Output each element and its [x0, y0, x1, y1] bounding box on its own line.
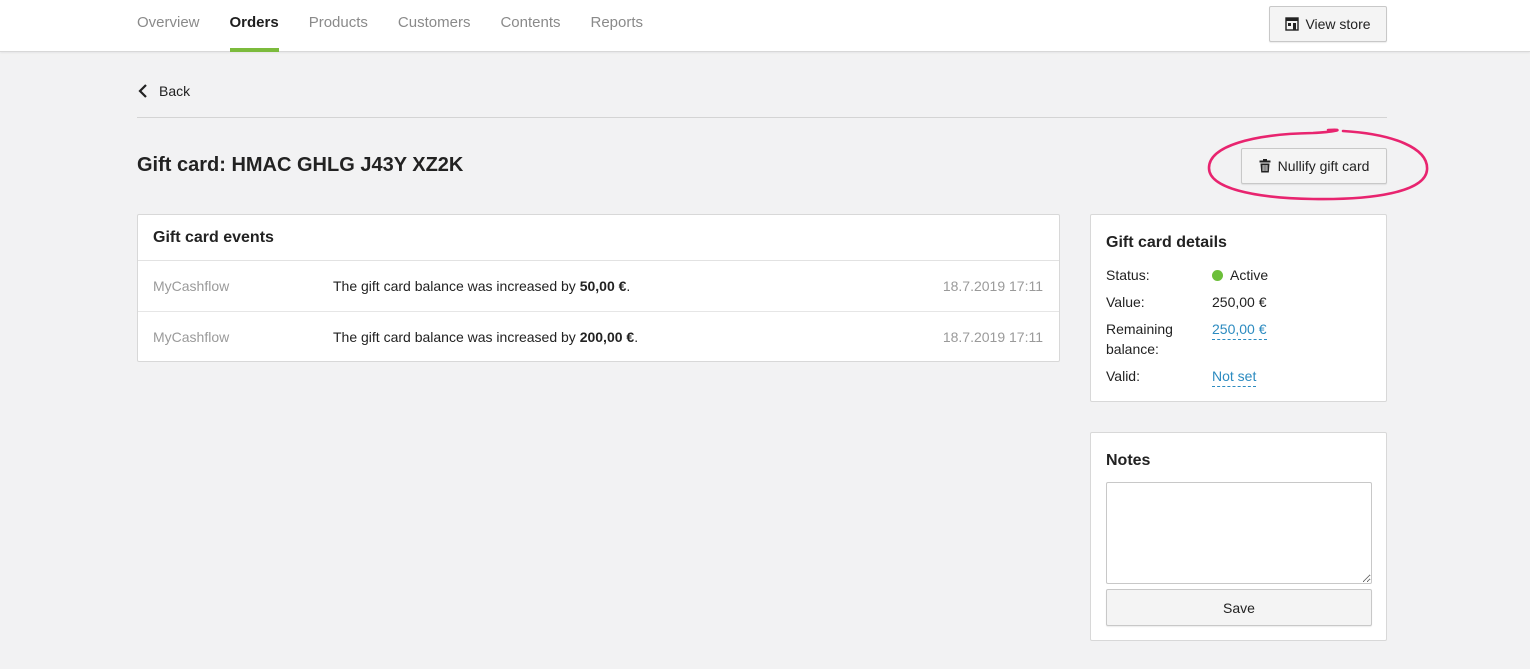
view-store-label: View store — [1305, 16, 1371, 32]
save-button[interactable]: Save — [1106, 589, 1372, 626]
status-value: Active — [1212, 265, 1268, 285]
main-nav: Overview Orders Products Customers Conte… — [137, 0, 673, 52]
event-description: The gift card balance was increased by 2… — [333, 329, 639, 345]
event-row: MyCashflow The gift card balance was inc… — [138, 261, 1059, 312]
event-source: MyCashflow — [153, 329, 230, 345]
remaining-balance-link[interactable]: 250,00 € — [1212, 319, 1267, 340]
back-link[interactable]: Back — [137, 80, 190, 102]
value-amount: 250,00 € — [1212, 294, 1267, 310]
events-title: Gift card events — [138, 215, 1059, 261]
value-label: Value: — [1106, 294, 1145, 310]
nav-item-contents[interactable]: Contents — [500, 0, 560, 52]
nav-item-overview[interactable]: Overview — [137, 0, 200, 52]
nullify-label: Nullify gift card — [1277, 158, 1370, 174]
event-amount: 50,00 € — [579, 278, 627, 294]
event-amount: 200,00 € — [579, 329, 635, 345]
details-title: Gift card details — [1106, 234, 1227, 251]
chevron-left-icon — [137, 84, 149, 98]
event-row: MyCashflow The gift card balance was inc… — [138, 312, 1059, 363]
nav-item-customers[interactable]: Customers — [398, 0, 471, 52]
nav-item-reports[interactable]: Reports — [591, 0, 644, 52]
page-title: Gift card: HMAC GHLG J43Y XZ2K — [137, 154, 464, 176]
valid-link[interactable]: Not set — [1212, 366, 1257, 387]
gift-card-events-panel: Gift card events MyCashflow The gift car… — [137, 214, 1060, 362]
store-icon — [1285, 17, 1300, 31]
remaining-balance-label: Remaining balance: — [1106, 321, 1173, 357]
view-store-button[interactable]: View store — [1269, 6, 1387, 42]
event-description: The gift card balance was increased by 5… — [333, 278, 631, 294]
back-label: Back — [159, 83, 191, 99]
gift-card-details-panel: Gift card details Status: Active Value: … — [1090, 214, 1387, 402]
nullify-gift-card-button[interactable]: Nullify gift card — [1241, 148, 1387, 184]
notes-title: Notes — [1106, 452, 1151, 469]
event-date: 18.7.2019 17:11 — [942, 278, 1043, 294]
valid-label: Valid: — [1106, 368, 1140, 384]
notes-textarea[interactable] — [1106, 482, 1372, 584]
nav-item-products[interactable]: Products — [309, 0, 368, 52]
top-navigation-bar: Overview Orders Products Customers Conte… — [0, 0, 1530, 52]
divider — [137, 117, 1387, 118]
notes-panel: Notes Save — [1090, 432, 1387, 641]
nav-item-orders[interactable]: Orders — [229, 0, 279, 52]
event-source: MyCashflow — [153, 278, 230, 294]
event-date: 18.7.2019 17:11 — [942, 329, 1043, 345]
trash-icon — [1259, 159, 1271, 173]
status-label: Status: — [1106, 267, 1150, 283]
status-dot-icon — [1212, 270, 1223, 281]
